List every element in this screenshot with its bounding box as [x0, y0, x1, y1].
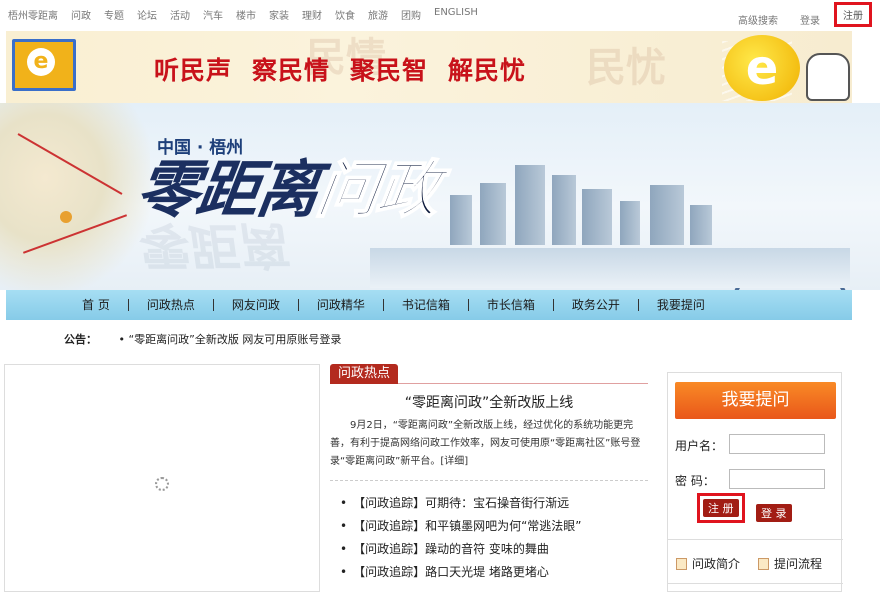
top-nav-account: 高级搜索 登录 注册	[716, 2, 872, 32]
login-panel: 我要提问 用户名： 密 码： 注 册 登 录 问政简介 提问流程	[667, 372, 843, 592]
news-title[interactable]: 【问政追踪】躁动的音符 变味的舞曲	[353, 542, 549, 556]
hot-topics-section: 问政热点 “零距离问政”全新改版上线 9月2日，“零距离问政”全新改版上线，经过…	[330, 364, 648, 592]
process-link[interactable]: 提问流程	[758, 555, 822, 572]
top-nav-link[interactable]: 梧州零距离	[8, 7, 58, 22]
process-icon	[758, 558, 770, 570]
intro-link-label[interactable]: 问政简介	[692, 557, 740, 571]
river-image	[370, 248, 850, 288]
computer-e-icon: e	[12, 39, 76, 91]
process-link-label[interactable]: 提问流程	[774, 557, 822, 571]
image-slideshow[interactable]	[4, 364, 320, 592]
top-nav-links: 梧州零距离 问政 专题 论坛 活动 汽车 楼市 家装 理财 饮食 旅游 团购 E…	[8, 7, 491, 22]
slogan: 听民声	[154, 56, 233, 85]
e-letter: e	[27, 48, 55, 76]
news-item[interactable]: • 【问政追踪】路口天光堤 堵路更堵心	[340, 563, 650, 586]
big-e-icon: e	[724, 35, 800, 101]
top-nav-link[interactable]: 理财	[302, 7, 322, 22]
site-header: 中国 · 梧州 零距离问政 零距离	[0, 103, 880, 290]
top-nav-link[interactable]: 楼市	[236, 7, 256, 22]
menu-item-secretary-mailbox[interactable]: 书记信箱	[384, 299, 469, 311]
intro-link[interactable]: 问政简介	[676, 555, 740, 572]
password-row: 密 码：	[675, 469, 825, 489]
login-button[interactable]: 登 录	[756, 504, 792, 522]
top-nav-link[interactable]: 饮食	[335, 7, 355, 22]
advanced-search-link[interactable]: 高级搜索	[738, 12, 778, 27]
menu-item-netizen[interactable]: 网友问政	[214, 299, 299, 311]
divider	[668, 583, 843, 584]
pointer-hand-icon	[806, 53, 850, 101]
menu-item-hot[interactable]: 问政热点	[129, 299, 214, 311]
notice-text[interactable]: • “零距离问政”全新改版 网友可用原账号登录	[119, 333, 342, 346]
notice-bar: 公告： • “零距离问政”全新改版 网友可用原账号登录	[64, 331, 341, 347]
headline-link[interactable]: “零距离问政”全新改版上线	[330, 392, 648, 412]
section-header: 问政热点	[330, 364, 648, 384]
menu-item-best[interactable]: 问政精华	[299, 299, 384, 311]
news-title[interactable]: 【问政追踪】路口天光堤 堵路更堵心	[353, 565, 549, 579]
password-input[interactable]	[729, 469, 825, 489]
username-row: 用户名：	[675, 434, 825, 454]
top-nav-link[interactable]: 汽车	[203, 7, 223, 22]
top-nav-link[interactable]: 专题	[104, 7, 124, 22]
section-tag[interactable]: 问政热点	[330, 364, 399, 384]
news-item[interactable]: • 【问政追踪】和平镇墨网吧为何“常逃法眼”	[340, 517, 650, 540]
ask-question-button[interactable]: 我要提问	[675, 382, 836, 419]
main-menu: 首 页 问政热点 网友问政 问政精华 书记信箱 市长信箱 政务公开 我要提问	[6, 290, 852, 320]
top-nav: 梧州零距离 问政 专题 论坛 活动 汽车 楼市 家装 理财 饮食 旅游 团购 E…	[0, 0, 880, 28]
slogan: 察民情	[252, 56, 331, 85]
notice-label: 公告：	[64, 333, 97, 346]
news-item[interactable]: • 【问政追踪】可期待：宝石操音街行渐远	[340, 494, 650, 517]
menu-item-home[interactable]: 首 页	[64, 299, 129, 311]
top-nav-link[interactable]: 团购	[401, 7, 421, 22]
top-login-link[interactable]: 登录	[800, 12, 820, 27]
username-label: 用户名：	[675, 439, 724, 453]
news-item[interactable]: • 【问政追踪】躁动的音符 变味的舞曲	[340, 540, 650, 563]
document-icon	[676, 558, 687, 570]
top-nav-link[interactable]: 论坛	[137, 7, 157, 22]
menu-item-ask[interactable]: 我要提问	[639, 299, 723, 311]
banner-ghost-text: 民忧	[586, 44, 666, 91]
wuzhou-map-image	[0, 103, 150, 290]
register-button[interactable]: 注 册	[703, 499, 739, 517]
banner-slogans: 听民声 察民情 聚民智 解民忧	[154, 51, 526, 87]
title-reflection: 零距离	[135, 216, 294, 274]
divider	[330, 480, 648, 481]
summary-text: 9月2日，“零距离问政”全新改版上线，经过优化的系统功能更完善，有利于提高网络问…	[330, 420, 641, 467]
top-nav-link[interactable]: 旅游	[368, 7, 388, 22]
top-register-link[interactable]: 注册	[834, 2, 872, 27]
info-links: 问政简介 提问流程	[676, 555, 822, 572]
top-nav-link[interactable]: 问政	[71, 7, 91, 22]
top-nav-link[interactable]: ENGLISH	[434, 7, 478, 22]
divider	[668, 539, 843, 540]
news-title[interactable]: 【问政追踪】和平镇墨网吧为何“常逃法眼”	[353, 519, 581, 533]
top-nav-link[interactable]: 活动	[170, 7, 190, 22]
loading-spinner-icon	[155, 477, 169, 491]
slogan-banner: e 民情 民忧 听民声 察民情 聚民智 解民忧 e	[6, 31, 852, 103]
menu-item-public-affairs[interactable]: 政务公开	[554, 299, 639, 311]
password-label: 密 码：	[675, 474, 715, 488]
menu-item-mayor-mailbox[interactable]: 市长信箱	[469, 299, 554, 311]
register-button-highlight: 注 册	[697, 493, 745, 523]
slogan: 解民忧	[448, 56, 527, 85]
username-input[interactable]	[729, 434, 825, 454]
slogan: 聚民智	[350, 56, 429, 85]
headline-summary: 9月2日，“零距离问政”全新改版上线，经过优化的系统功能更完善，有利于提高网络问…	[330, 417, 648, 471]
top-nav-link[interactable]: 家装	[269, 7, 289, 22]
news-list: • 【问政追踪】可期待：宝石操音街行渐远 • 【问政追踪】和平镇墨网吧为何“常逃法眼…	[340, 494, 650, 586]
news-title[interactable]: 【问政追踪】可期待：宝石操音街行渐远	[353, 496, 569, 510]
more-link[interactable]: [详细]	[440, 456, 468, 467]
